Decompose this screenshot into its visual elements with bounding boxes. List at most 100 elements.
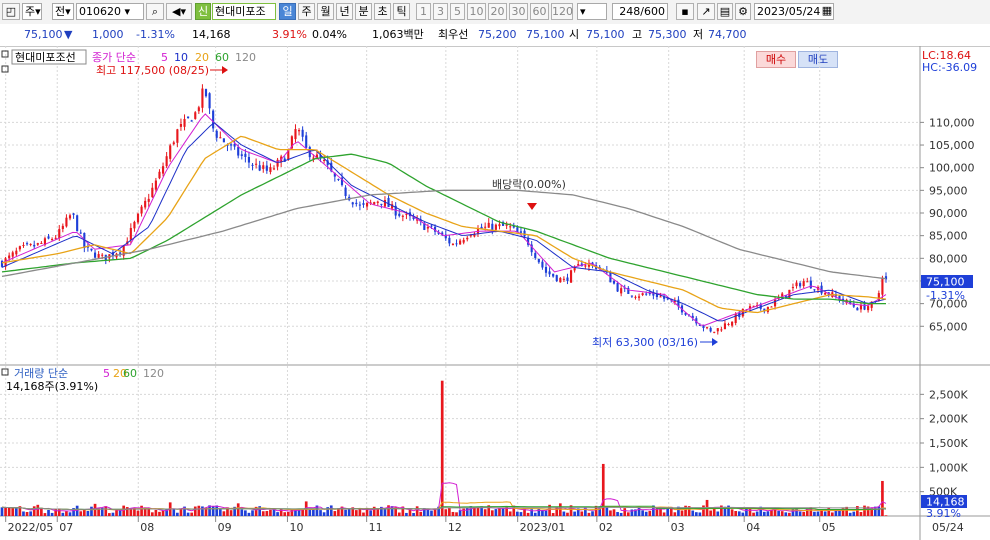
trade-amount: 1,063백만 [372, 28, 424, 41]
candle-body [659, 296, 662, 298]
gear-icon[interactable]: ⚙ [735, 3, 751, 20]
volume-bar [161, 510, 165, 516]
volume-bar [637, 506, 641, 516]
ma-line-120 [1, 189, 887, 280]
volume-bar [419, 511, 423, 516]
volume-bar [848, 512, 852, 516]
low-price: 74,700 [708, 28, 747, 41]
down-arrow-icon: ▼ [64, 28, 73, 41]
interval-button-0[interactable]: 1 [416, 3, 431, 20]
save-icon[interactable]: ▤ [717, 3, 733, 20]
candle-body [119, 252, 122, 254]
period-tab-1[interactable]: 주 [298, 3, 315, 20]
stock-name-field[interactable]: 현대미포조 [212, 3, 276, 20]
candle-settings-icon[interactable]: ▪ [676, 3, 694, 20]
price-tick-label: 105,000 [929, 139, 975, 152]
volume-bar [802, 511, 806, 516]
volume-bar [261, 511, 265, 516]
interval-dropdown[interactable]: ▾ [577, 3, 607, 20]
volume-bar [344, 509, 347, 516]
interval-button-2[interactable]: 5 [450, 3, 465, 20]
last-price: 75,100 [24, 28, 63, 41]
volume-bar [694, 512, 698, 516]
prev-toggle[interactable]: 전▾ [52, 3, 74, 20]
candle-body [509, 226, 512, 228]
candle-body [90, 248, 93, 251]
candle-body [727, 324, 730, 326]
change-value: 1,000 [92, 28, 124, 41]
candle-body [731, 321, 734, 326]
price-candles[interactable] [0, 84, 888, 335]
volume-bar [884, 515, 888, 516]
line-tool-icon[interactable]: ↗ [697, 3, 715, 20]
period-tab-2[interactable]: 월 [317, 3, 334, 20]
candle-body [22, 245, 25, 247]
volume-tick-label: 1,000K [929, 461, 968, 474]
volume-tick-label: 2,500K [929, 388, 968, 401]
volume-bar [193, 506, 197, 516]
speaker-icon[interactable]: ◀▾ [166, 3, 192, 20]
candle-body [426, 227, 429, 229]
candle-body [795, 282, 798, 287]
volume-tick-label: 2,000K [929, 413, 968, 426]
candle-body [867, 306, 870, 311]
stock-chart[interactable]: 65,00070,00075,00080,00085,00090,00095,0… [0, 46, 990, 540]
interval-button-4[interactable]: 20 [488, 3, 507, 20]
volume-bar [390, 506, 394, 516]
volume-bar [104, 506, 108, 516]
volume-bar [322, 512, 326, 516]
settings-square-icon[interactable] [1, 65, 9, 73]
candle-body [487, 222, 490, 228]
ma5-legend: 5 [161, 51, 168, 64]
volume-bar [777, 511, 780, 516]
layout-icon[interactable]: ◰ [2, 3, 20, 20]
volume-bar [265, 511, 269, 516]
candle-body [720, 329, 723, 331]
period-tab-6[interactable]: 틱 [393, 3, 410, 20]
volume-bar [580, 511, 584, 516]
search-icon[interactable]: ⌕ [146, 3, 164, 20]
main-toolbar: ◰ 주▾ 전▾ 010620 ▾ ⌕ ◀▾ 신 현대미포조 일주월년분초틱 13… [0, 0, 990, 25]
volume-bar [605, 507, 609, 516]
panel-collapse-icon[interactable] [1, 50, 9, 58]
volume-bar [780, 511, 784, 516]
candle-body [262, 165, 265, 169]
period-tab-3[interactable]: 년 [336, 3, 353, 20]
volume-bar [140, 505, 143, 516]
date-tick-label: 02 [599, 521, 613, 534]
price-tick-label: 80,000 [929, 252, 968, 265]
volume-bar [533, 512, 537, 516]
volume-bar [383, 508, 387, 516]
price-tick-label: 95,000 [929, 184, 968, 197]
volume-bar [591, 511, 594, 516]
candle-body [33, 244, 36, 247]
volume-bar [795, 508, 798, 516]
candle-body [140, 206, 143, 214]
market-select[interactable]: 주▾ [22, 3, 42, 20]
period-tab-4[interactable]: 분 [355, 3, 372, 20]
interval-button-1[interactable]: 3 [433, 3, 448, 20]
volume-bar [61, 512, 65, 516]
candle-body [136, 213, 140, 223]
calendar-icon[interactable]: ▦ [820, 3, 834, 20]
period-tab-5[interactable]: 초 [374, 3, 391, 20]
candle-body [76, 215, 79, 232]
stock-code-input[interactable]: 010620 ▾ [76, 3, 144, 20]
period-tab-0[interactable]: 일 [279, 3, 296, 20]
volume-bars[interactable] [0, 380, 888, 516]
interval-button-7[interactable]: 120 [551, 3, 573, 20]
volume-bar [816, 511, 820, 516]
candle-body [93, 252, 97, 258]
candle-body [72, 213, 75, 215]
candle-body [8, 255, 11, 259]
volume-bar [852, 511, 856, 516]
volume-bar [4, 507, 7, 516]
volume-bar [412, 512, 415, 516]
open-label: 시 [569, 28, 580, 41]
interval-button-6[interactable]: 60 [530, 3, 549, 20]
interval-button-5[interactable]: 30 [509, 3, 528, 20]
candle-body [229, 144, 233, 146]
candle-body [179, 124, 183, 127]
volume-panel-icon[interactable] [1, 368, 9, 376]
interval-button-3[interactable]: 10 [467, 3, 486, 20]
